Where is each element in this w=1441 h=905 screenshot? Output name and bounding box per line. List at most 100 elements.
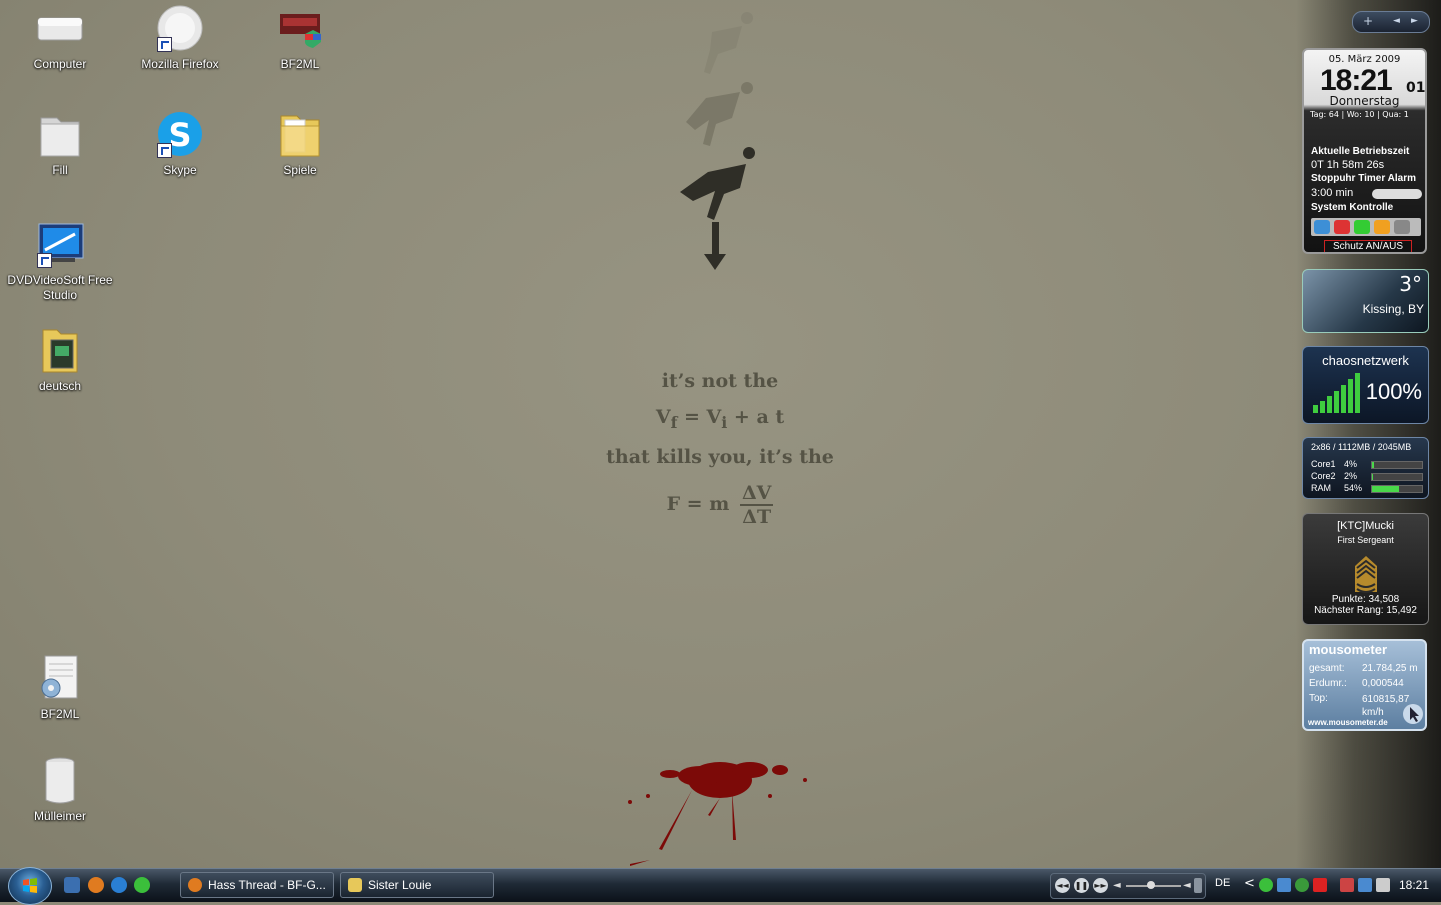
desktop-icon-bf2ml[interactable]: BF2ML <box>245 4 355 72</box>
desktop-icon-firefox[interactable]: Mozilla Firefox <box>125 4 235 72</box>
icq-icon[interactable] <box>134 877 150 893</box>
folder-icon <box>275 110 325 160</box>
sidebar-next-button[interactable]: ► <box>1411 16 1418 26</box>
task-button-folder[interactable]: Sister Louie <box>340 872 494 898</box>
next-track-icon[interactable]: ►► <box>1093 878 1108 893</box>
mini-player-restore-icon[interactable] <box>1194 878 1202 893</box>
volume-icon[interactable]: ◄ <box>1183 880 1191 891</box>
folder-icon <box>348 878 362 892</box>
desktop-icon-dvdvideosoft[interactable]: DVDVideoSoft Free Studio <box>5 220 115 303</box>
desktop-icon-recycle-bin[interactable]: Mülleimer <box>5 756 115 824</box>
clock-gadget[interactable]: 05. März 2009 18:21 01 Donnerstag Tag: 6… <box>1302 48 1427 254</box>
mute-icon[interactable]: ◄ <box>1113 880 1121 891</box>
mousometer-top-label: Top: <box>1309 693 1328 704</box>
mousometer-earth-label: Erdumr.: <box>1309 678 1347 689</box>
standby-icon[interactable] <box>1394 220 1410 234</box>
desktop-icon-label: DVDVideoSoft Free Studio <box>7 273 113 302</box>
bf2ml-app-icon <box>275 4 325 54</box>
network-tray-icon[interactable] <box>1277 878 1291 892</box>
dvdvideosoft-icon <box>35 220 85 270</box>
clock-day: Donnerstag <box>1329 94 1400 108</box>
eq-force-left: F = m <box>666 492 730 515</box>
cpu-row-bar <box>1371 485 1423 493</box>
internet-explorer-icon[interactable] <box>111 877 127 893</box>
desktop: Computer Mozilla Firefox BF2ML Fill S Sk… <box>0 0 1441 868</box>
eq-at: + a t <box>727 406 785 428</box>
weather-location: Kissing, BY <box>1362 302 1424 316</box>
task-label: Hass Thread - BF-G... <box>208 878 326 892</box>
bf2-rank-gadget[interactable]: [KTC]Mucki First Sergeant Punkte: 34,508… <box>1302 513 1429 625</box>
mousometer-url[interactable]: www.mousometer.de <box>1308 718 1388 727</box>
quote-line-1: it’s not the <box>661 370 779 392</box>
desktop-icon-skype[interactable]: S Skype <box>125 110 235 178</box>
quote-line-2: that kills you, it’s the <box>606 445 834 468</box>
show-desktop-icon[interactable] <box>64 877 80 893</box>
taskbar-clock[interactable]: 18:21 <box>1399 878 1429 892</box>
icq-tray-icon[interactable] <box>1259 878 1273 892</box>
desktop-icon-label: Computer <box>33 57 87 71</box>
next-rank-points: Nächster Rang: 15,492 <box>1314 605 1417 616</box>
cpu-row-name: Core1 <box>1311 459 1336 469</box>
cpu-row-name: RAM <box>1311 483 1331 493</box>
show-hidden-icons-button[interactable]: < <box>1244 876 1255 891</box>
eq-numerator: ΔV <box>739 481 774 506</box>
settings-file-icon <box>35 654 85 704</box>
add-gadget-button[interactable]: + <box>1363 14 1373 28</box>
desktop-icon-fill[interactable]: Fill <box>5 110 115 178</box>
language-indicator[interactable]: DE <box>1215 877 1230 889</box>
sidebar-prev-button[interactable]: ◄ <box>1393 16 1400 26</box>
shutdown-icon[interactable] <box>1334 220 1350 234</box>
globe-tray-icon[interactable] <box>1295 878 1309 892</box>
skype-icon: S <box>155 110 205 160</box>
power-icon[interactable] <box>1314 220 1330 234</box>
volume-slider-thumb[interactable] <box>1147 881 1155 889</box>
player-points: Punkte: 34,508 <box>1331 594 1400 605</box>
desktop-icon-computer[interactable]: Computer <box>5 4 115 72</box>
computer-icon <box>35 4 85 54</box>
timer-value[interactable]: 3:00 min <box>1311 187 1353 199</box>
speaker-icon[interactable] <box>1376 878 1390 892</box>
desktop-icon-label: deutsch <box>38 379 82 393</box>
recycle-bin-icon <box>35 756 85 806</box>
wifi-gadget[interactable]: chaosnetzwerk 100% <box>1302 346 1429 424</box>
windows-logo-icon <box>23 878 37 893</box>
uptime-value: 0T 1h 58m 26s <box>1311 159 1385 171</box>
cpu-meter-gadget[interactable]: 2x86 / 1112MB / 2045MB Core1 4% Core2 2%… <box>1302 437 1429 499</box>
protection-toggle-button[interactable]: Schutz AN/AUS <box>1324 240 1412 252</box>
cpu-row-bar <box>1371 473 1423 481</box>
task-button-firefox[interactable]: Hass Thread - BF-G... <box>180 872 334 898</box>
pause-icon[interactable]: ❚❚ <box>1074 878 1089 893</box>
previous-track-icon[interactable]: ◄◄ <box>1055 878 1070 893</box>
eq-v-initial: = V <box>677 406 722 428</box>
desktop-icon-bf2ml-config[interactable]: BF2ML <box>5 654 115 722</box>
start-button[interactable] <box>8 867 52 905</box>
cpu-row-value: 54% <box>1344 483 1363 493</box>
desktop-icon-label: Mozilla Firefox <box>141 57 219 71</box>
cpu-row-bar <box>1371 461 1423 469</box>
eq-fraction: ΔV ΔT <box>739 481 774 528</box>
desktop-icon-deutsch[interactable]: deutsch <box>5 326 115 394</box>
stopwatch-label: Stoppuhr Timer Alarm <box>1311 173 1417 184</box>
taskbar: Hass Thread - BF-G... Sister Louie ◄◄ ❚❚… <box>0 867 1441 905</box>
clock-calendar-info: Tag: 64 | Wo: 10 | Qua: 1 <box>1310 110 1409 119</box>
sidebar-controls: + ◄ ► <box>1352 11 1430 33</box>
mousometer-gadget[interactable]: mousometer gesamt: 21.784,25 m Erdumr.: … <box>1302 639 1427 731</box>
desktop-icon-spiele[interactable]: Spiele <box>245 110 355 178</box>
restart-icon[interactable] <box>1354 220 1370 234</box>
antivirus-tray-icon[interactable] <box>1313 878 1327 892</box>
firefox-quicklaunch-icon[interactable] <box>88 877 104 893</box>
blood-splatter-graphic <box>628 762 807 866</box>
equation-force: F = m ΔV ΔT <box>600 482 840 528</box>
desktop-icon-label: Mülleimer <box>33 809 86 823</box>
desktop-icon-label: BF2ML <box>280 57 320 71</box>
wifi-signal-strength: 100% <box>1365 379 1422 404</box>
cpu-row-value: 2% <box>1344 471 1358 481</box>
folder-icon <box>35 326 85 376</box>
system-control-label: System Kontrolle <box>1311 202 1394 213</box>
weather-gadget[interactable]: 3° Kissing, BY <box>1302 269 1429 333</box>
lock-icon[interactable] <box>1374 220 1390 234</box>
timer-controls[interactable] <box>1372 189 1422 199</box>
mousometer-total-value: 21.784,25 m <box>1362 663 1418 674</box>
network-connection-icon[interactable] <box>1358 878 1372 892</box>
safely-remove-hardware-icon[interactable] <box>1340 878 1354 892</box>
